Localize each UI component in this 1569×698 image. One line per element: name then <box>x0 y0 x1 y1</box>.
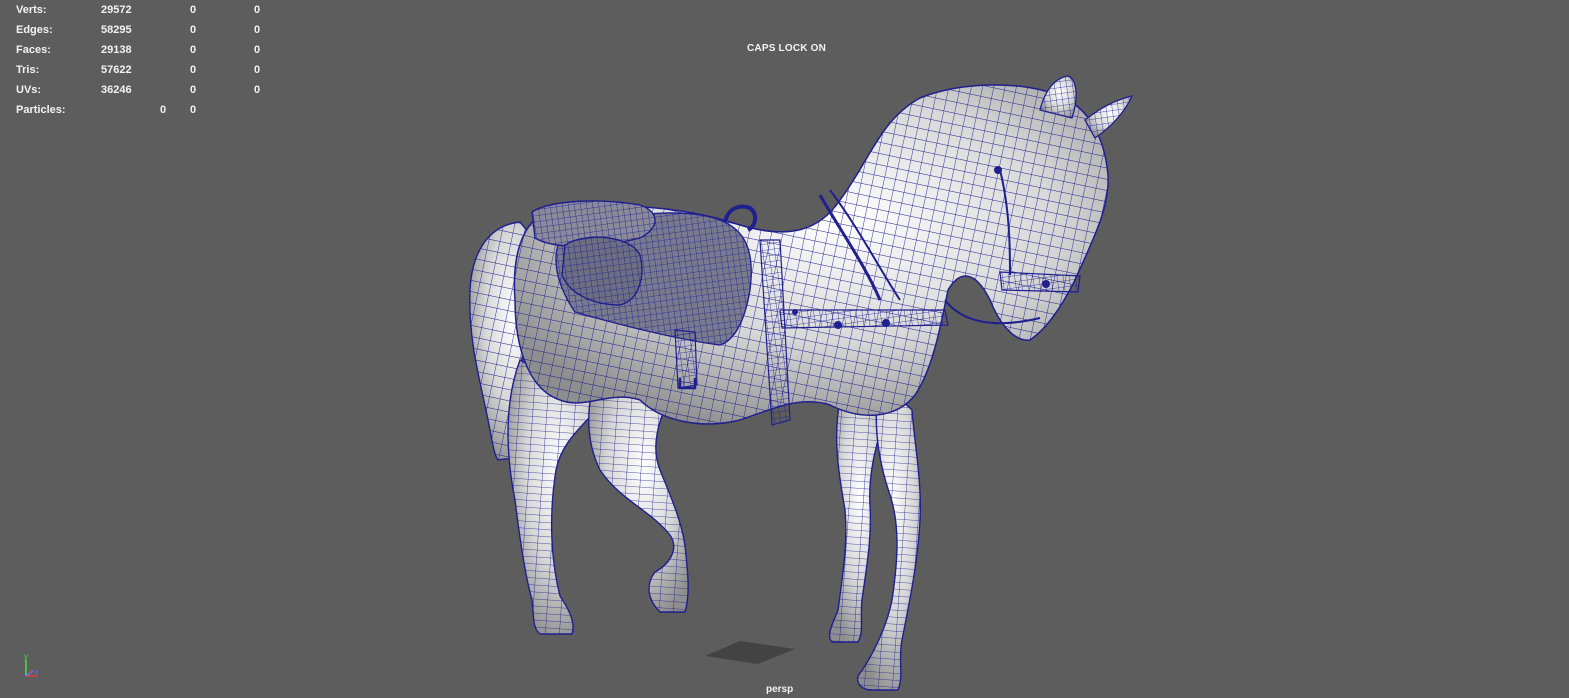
axis-gizmo: y x z <box>24 652 39 677</box>
camera-name-label: persp <box>766 684 794 695</box>
ground-plane-marker <box>705 641 795 664</box>
horse-wireframe-model[interactable] <box>0 0 1569 698</box>
horse-front-legs <box>828 378 922 691</box>
z-axis-label: z <box>35 669 39 676</box>
y-axis-label: y <box>24 652 28 661</box>
perspective-viewport[interactable]: Verts: 29572 0 0 Edges: 58295 0 0 Faces:… <box>0 0 1569 698</box>
x-axis-label: x <box>29 669 33 676</box>
